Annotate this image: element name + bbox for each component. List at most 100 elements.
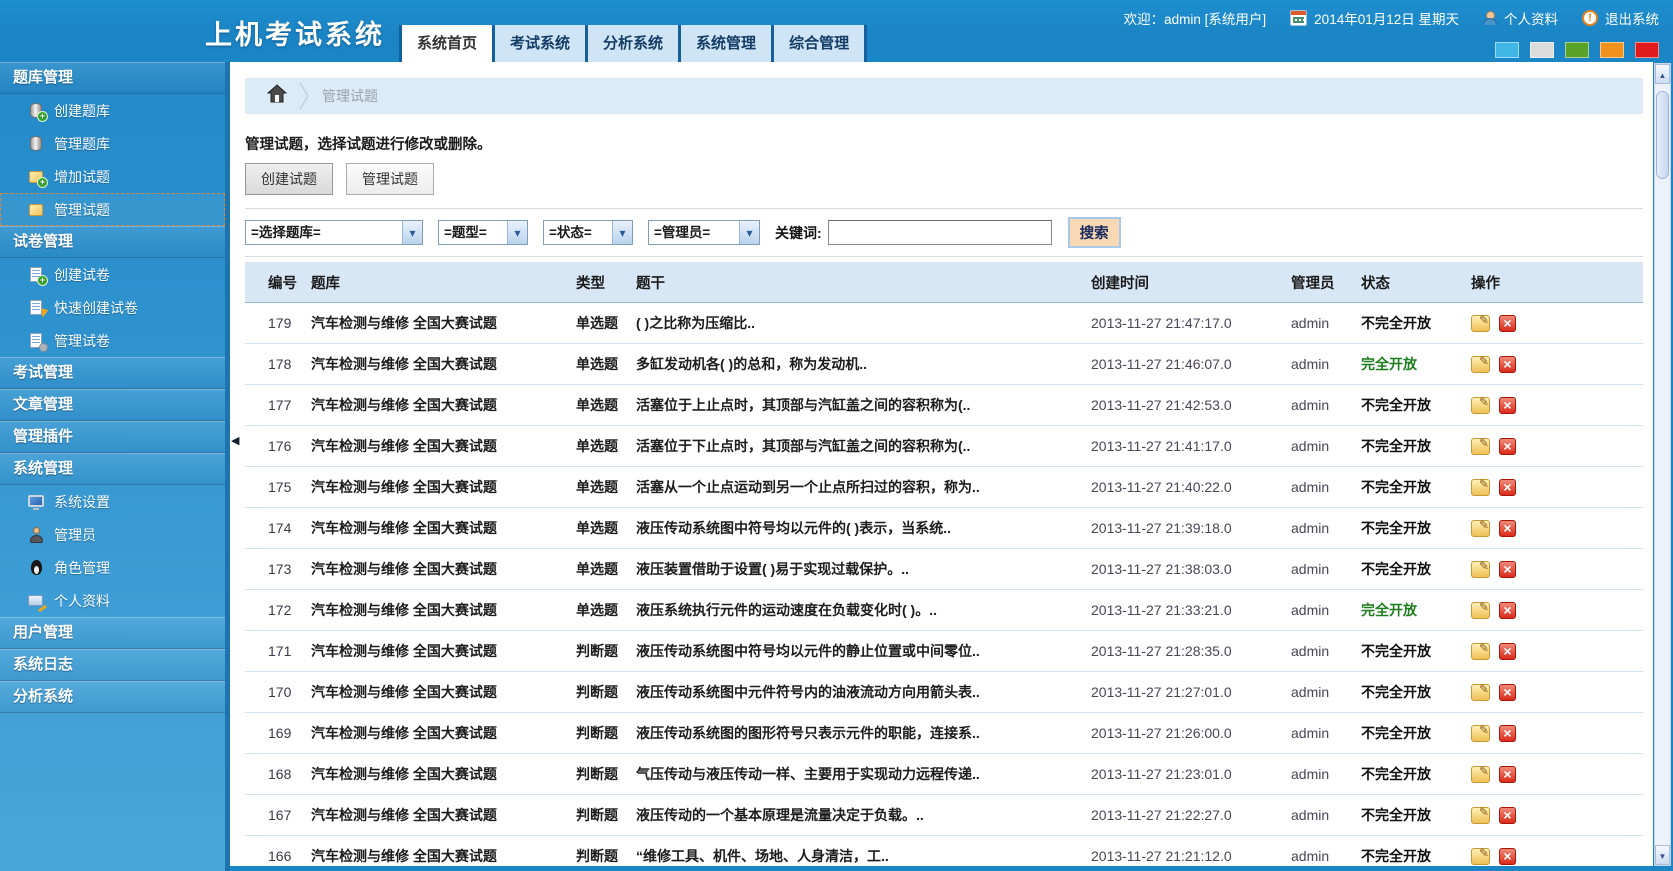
theme-color-swatch[interactable] [1600,42,1624,58]
top-tab[interactable]: 分析系统 [588,25,678,62]
top-tab[interactable]: 综合管理 [774,25,864,62]
cell-operations [1470,836,1643,871]
delete-button[interactable] [1499,848,1516,865]
table-row: 176汽车检测与维修 全国大赛试题单选题活塞位于下止点时，其顶部与汽缸盖之间的容… [245,426,1643,467]
sidebar-item[interactable]: 管理试卷 [0,324,225,357]
edit-button[interactable] [1471,438,1490,455]
edit-button[interactable] [1471,766,1490,783]
keyword-input[interactable] [828,220,1052,245]
edit-button[interactable] [1471,397,1490,414]
filter-bar: =选择题库==题型==状态==管理员= 关键词: 搜索 [245,208,1643,257]
top-tab[interactable]: 考试系统 [495,25,585,62]
sidebar-section-header[interactable]: 试卷管理 [0,226,225,258]
delete-button[interactable] [1499,438,1516,455]
type-filter-select[interactable]: =题型= [438,220,528,245]
sidebar-item[interactable]: 管理员 [0,518,225,551]
table-row: 166汽车检测与维修 全国大赛试题判断题“维修工具、机件、场地、人身清洁，工..… [245,836,1643,871]
edit-button[interactable] [1471,725,1490,742]
cell-bank: 汽车检测与维修 全国大赛试题 [310,467,575,508]
vertical-scrollbar[interactable] [1654,63,1671,866]
profile-link[interactable]: 个人资料 [1504,8,1558,28]
row-operations [1471,848,1642,865]
sidebar-item-label: 管理题库 [54,134,110,154]
edit-button[interactable] [1471,520,1490,537]
sidebar-section-header[interactable]: 题库管理 [0,62,225,94]
delete-button[interactable] [1499,315,1516,332]
cell-id: 175 [245,467,310,508]
top-tab-bar: 系统首页考试系统分析系统系统管理综合管理 [399,25,867,62]
table-row: 167汽车检测与维修 全国大赛试题判断题液压传动的一个基本原理是流量决定于负载。… [245,795,1643,836]
theme-color-swatch[interactable] [1565,42,1589,58]
sidebar-section-header[interactable]: 管理插件 [0,421,225,453]
delete-button[interactable] [1499,725,1516,742]
delete-button[interactable] [1499,684,1516,701]
scroll-down-button[interactable] [1655,845,1670,865]
edit-button[interactable] [1471,479,1490,496]
status-filter-select[interactable]: =状态= [543,220,633,245]
scroll-thumb[interactable] [1656,91,1669,179]
delete-button[interactable] [1499,397,1516,414]
row-operations [1471,684,1642,701]
theme-color-swatch[interactable] [1495,42,1519,58]
cell-id: 179 [245,303,310,344]
search-button[interactable]: 搜索 [1068,217,1121,248]
create-question-button[interactable]: 创建试题 [245,163,333,195]
edit-button[interactable] [1471,807,1490,824]
page-description: 管理试题，选择试题进行修改或删除。 [245,133,1643,154]
delete-button[interactable] [1499,520,1516,537]
delete-button[interactable] [1499,356,1516,373]
sidebar-section-header[interactable]: 系统日志 [0,649,225,681]
row-operations [1471,766,1642,783]
delete-button[interactable] [1499,602,1516,619]
logout-link[interactable]: 退出系统 [1605,8,1659,28]
sidebar-item[interactable]: 系统设置 [0,485,225,518]
sidebar-item[interactable]: +创建试卷 [0,258,225,291]
top-tab[interactable]: 系统首页 [402,25,492,62]
theme-color-swatch[interactable] [1635,42,1659,58]
sidebar-collapse-handle[interactable]: ◀ [231,434,239,447]
cell-type: 单选题 [575,549,635,590]
chevron-down-icon [507,221,527,244]
sidebar-item[interactable]: +增加试题 [0,160,225,193]
sidebar-section-header[interactable]: 文章管理 [0,389,225,421]
home-icon[interactable] [267,84,287,108]
sidebar-section-header[interactable]: 分析系统 [0,681,225,713]
cell-id: 177 [245,385,310,426]
sidebar-item[interactable]: 快速创建试卷 [0,291,225,324]
breadcrumb-chevron-icon [299,82,310,110]
cell-admin: admin [1290,795,1360,836]
toolbar: 创建试题管理试题 [245,163,1643,195]
edit-button[interactable] [1471,643,1490,660]
edit-button[interactable] [1471,356,1490,373]
delete-button[interactable] [1499,766,1516,783]
delete-button[interactable] [1499,643,1516,660]
sidebar-item[interactable]: 管理题库 [0,127,225,160]
cell-admin: admin [1290,631,1360,672]
sidebar-item[interactable]: +创建题库 [0,94,225,127]
theme-color-swatch[interactable] [1530,42,1554,58]
admin-filter-select[interactable]: =管理员= [648,220,760,245]
scroll-up-button[interactable] [1655,64,1670,84]
cell-admin: admin [1290,508,1360,549]
delete-button[interactable] [1499,479,1516,496]
edit-button[interactable] [1471,684,1490,701]
table-row: 169汽车检测与维修 全国大赛试题判断题液压传动系统图的图形符号只表示元件的职能… [245,713,1643,754]
sidebar-section-header[interactable]: 用户管理 [0,617,225,649]
theme-color-picker [1495,42,1659,58]
manage-question-button[interactable]: 管理试题 [346,163,434,195]
sidebar-item[interactable]: 个人资料 [0,584,225,617]
edit-button[interactable] [1471,315,1490,332]
top-tab[interactable]: 系统管理 [681,25,771,62]
cell-bank: 汽车检测与维修 全国大赛试题 [310,303,575,344]
delete-button[interactable] [1499,807,1516,824]
sidebar-section-header[interactable]: 考试管理 [0,357,225,389]
edit-button[interactable] [1471,602,1490,619]
bank-filter-select[interactable]: =选择题库= [245,220,423,245]
edit-button[interactable] [1471,848,1490,865]
sidebar-section-header[interactable]: 系统管理 [0,453,225,485]
edit-button[interactable] [1471,561,1490,578]
sidebar-item[interactable]: 管理试题 [0,193,225,226]
cell-operations [1470,426,1643,467]
sidebar-item[interactable]: 角色管理 [0,551,225,584]
delete-button[interactable] [1499,561,1516,578]
